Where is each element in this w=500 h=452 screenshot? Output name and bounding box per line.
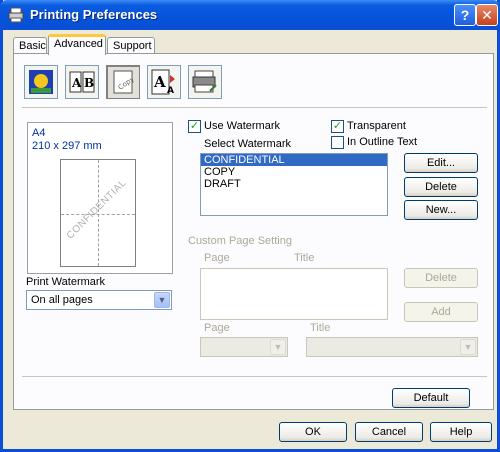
paper-name: A4 [32, 127, 46, 139]
device-options-button[interactable]: A A [147, 65, 181, 99]
tab-basic[interactable]: Basic [13, 37, 47, 54]
custom-title-label: Title [310, 322, 331, 334]
scaling-icon: A B [69, 71, 95, 93]
outline-text-checkbox[interactable] [331, 136, 344, 149]
toolbar-separator [22, 107, 487, 108]
watermark-icon: Copy [113, 70, 136, 94]
svg-text:B: B [84, 76, 94, 90]
color-icon [29, 70, 53, 94]
select-watermark-label: Select Watermark [204, 138, 292, 150]
use-watermark-label: Use Watermark [204, 120, 280, 132]
use-watermark-checkbox[interactable]: ✓ [188, 120, 201, 133]
ok-button[interactable]: OK [279, 422, 347, 442]
printer-icon [8, 7, 24, 23]
other-settings-button[interactable] [188, 65, 222, 99]
edit-watermark-button[interactable]: Edit... [404, 153, 478, 173]
print-watermark-label: Print Watermark [26, 276, 106, 288]
paper-size: 210 x 297 mm [32, 140, 102, 152]
custom-title-header: Title [294, 252, 315, 264]
custom-page-setting-label: Custom Page Setting [188, 235, 292, 247]
watermark-item-copy[interactable]: COPY [201, 166, 387, 178]
preview-sheet: CONFIDENTIAL [60, 159, 136, 267]
svg-text:A: A [153, 73, 166, 91]
chevron-down-icon[interactable]: ▼ [154, 292, 170, 308]
help-title-button[interactable]: ? [454, 4, 476, 26]
chevron-down-icon[interactable]: ▼ [270, 339, 286, 355]
custom-page-select[interactable]: ▼ [200, 337, 288, 357]
print-watermark-select[interactable]: On all pages ▼ [26, 290, 172, 310]
delete-watermark-button[interactable]: Delete [404, 177, 478, 197]
device-options-icon: A A [151, 69, 175, 95]
svg-text:A: A [71, 76, 82, 90]
svg-text:A: A [167, 86, 174, 95]
outline-text-label: In Outline Text [347, 136, 418, 148]
cancel-button[interactable]: Cancel [355, 422, 423, 442]
title-bar[interactable]: Printing Preferences ? ✕ [0, 0, 500, 30]
other-settings-icon [192, 70, 217, 93]
help-icon: ? [460, 7, 470, 23]
custom-page-label: Page [204, 322, 230, 334]
preview-watermark-text: CONFIDENTIAL [64, 177, 129, 242]
advanced-tab-panel: A B Copy A A A4 210 x 297 mm CONFIDENTIA… [13, 53, 494, 410]
window-title: Printing Preferences [30, 7, 158, 22]
watermark-preview: A4 210 x 297 mm CONFIDENTIAL [27, 122, 173, 274]
transparent-label: Transparent [347, 120, 406, 132]
watermark-item-confidential[interactable]: CONFIDENTIAL [201, 154, 387, 166]
watermark-list[interactable]: CONFIDENTIAL COPY DRAFT [200, 153, 388, 216]
tab-support[interactable]: Support [107, 37, 155, 54]
add-custom-page-button[interactable]: Add [404, 302, 478, 322]
close-title-button[interactable]: ✕ [476, 4, 498, 26]
custom-page-header: Page [204, 252, 230, 264]
scaling-button[interactable]: A B [65, 65, 99, 99]
print-watermark-value: On all pages [31, 294, 93, 306]
bottom-separator [22, 376, 487, 377]
watermark-button[interactable]: Copy [106, 65, 140, 99]
close-icon: ✕ [481, 6, 493, 23]
help-button[interactable]: Help [430, 422, 492, 442]
transparent-checkbox[interactable]: ✓ [331, 120, 344, 133]
default-button[interactable]: Default [392, 388, 470, 408]
custom-page-list[interactable] [200, 268, 388, 320]
printing-preferences-window: Printing Preferences ? ✕ Basic Advanced … [0, 0, 500, 452]
new-watermark-button[interactable]: New... [404, 200, 478, 220]
tab-advanced[interactable]: Advanced [48, 34, 106, 55]
custom-title-select[interactable]: ▼ [306, 337, 478, 357]
delete-custom-page-button[interactable]: Delete [404, 268, 478, 288]
color-button[interactable] [24, 65, 58, 99]
chevron-down-icon[interactable]: ▼ [460, 339, 476, 355]
watermark-item-draft[interactable]: DRAFT [201, 178, 387, 190]
